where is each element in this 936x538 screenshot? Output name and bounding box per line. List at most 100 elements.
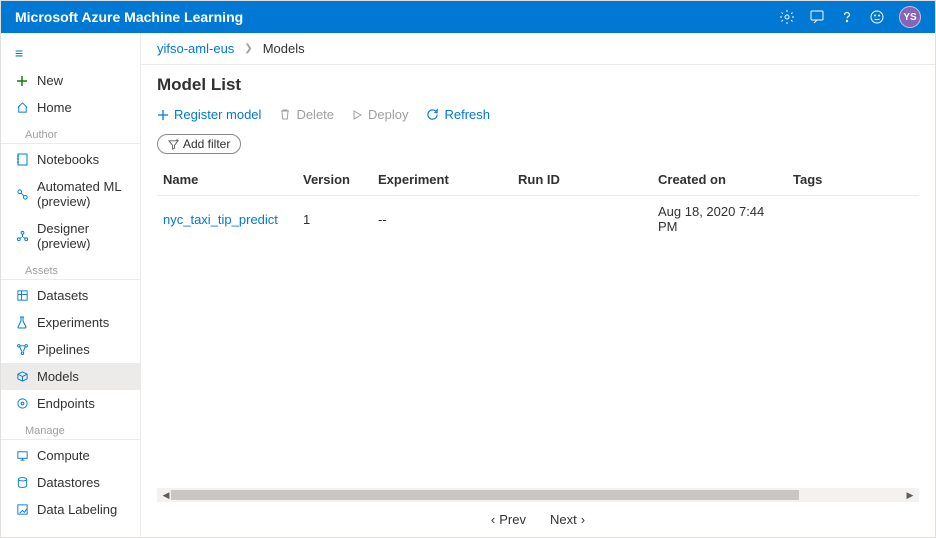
sidebar: ≡ New Home Author Notebooks Automated ML… [1,33,141,537]
app-title: Microsoft Azure Machine Learning [15,9,243,25]
labeling-icon [15,503,29,517]
main-content: yifso-aml-eus ❯ Models Model List Regist… [141,33,935,537]
add-filter-label: Add filter [183,137,230,151]
sidebar-item-models[interactable]: Models [1,363,140,390]
sidebar-item-automl[interactable]: Automated ML (preview) [1,173,140,215]
settings-icon[interactable] [779,9,795,25]
deploy-button[interactable]: Deploy [352,107,408,122]
notebook-icon [15,153,29,167]
sidebar-label-models: Models [37,369,79,384]
datasets-icon [15,289,29,303]
sidebar-item-datasets[interactable]: Datasets [1,282,140,309]
register-label: Register model [174,107,261,122]
sidebar-label-datastores: Datastores [37,475,100,490]
sidebar-label-new: New [37,73,63,88]
deploy-icon [352,109,363,121]
filter-icon [168,139,179,150]
feedback-icon[interactable] [809,9,825,25]
sidebar-collapse-icon[interactable]: ≡ [1,39,140,67]
scrollbar-thumb[interactable] [171,490,799,500]
top-header: Microsoft Azure Machine Learning YS [1,1,935,33]
sidebar-item-new[interactable]: New [1,67,140,94]
add-filter-button[interactable]: Add filter [157,134,241,154]
breadcrumb-current: Models [263,41,305,56]
sidebar-label-notebooks: Notebooks [37,152,99,167]
trash-icon [279,108,291,121]
refresh-label: Refresh [444,107,490,122]
chevron-right-icon: › [581,512,585,527]
endpoints-icon [15,397,29,411]
delete-button[interactable]: Delete [279,107,334,122]
cell-experiment: -- [372,196,512,243]
col-created[interactable]: Created on [652,164,787,196]
next-label: Next [550,512,577,527]
home-icon [15,101,29,115]
cell-runid [512,196,652,243]
sidebar-item-datastores[interactable]: Datastores [1,469,140,496]
chevron-right-icon: ❯ [244,43,252,54]
model-name-link[interactable]: nyc_taxi_tip_predict [163,212,278,227]
sidebar-item-pipelines[interactable]: Pipelines [1,336,140,363]
sidebar-item-labeling[interactable]: Data Labeling [1,496,140,523]
sidebar-label-endpoints: Endpoints [37,396,95,411]
models-icon [15,370,29,384]
breadcrumb: yifso-aml-eus ❯ Models [141,33,935,65]
sidebar-item-designer[interactable]: Designer (preview) [1,215,140,257]
models-table-wrap: Name Version Experiment Run ID Created o… [141,164,935,488]
help-icon[interactable] [839,9,855,25]
col-name[interactable]: Name [157,164,297,196]
col-tags[interactable]: Tags [787,164,919,196]
sidebar-item-experiments[interactable]: Experiments [1,309,140,336]
models-table: Name Version Experiment Run ID Created o… [157,164,919,242]
plus-icon [15,74,29,88]
cell-created: Aug 18, 2020 7:44 PM [652,196,787,243]
refresh-icon [426,108,439,121]
plus-icon [157,109,169,121]
breadcrumb-workspace[interactable]: yifso-aml-eus [157,41,234,56]
col-experiment[interactable]: Experiment [372,164,512,196]
filter-bar: Add filter [141,130,935,164]
deploy-label: Deploy [368,107,408,122]
datastores-icon [15,476,29,490]
page-title: Model List [141,65,935,99]
cell-version: 1 [297,196,372,243]
sidebar-label-labeling: Data Labeling [37,502,117,517]
col-runid[interactable]: Run ID [512,164,652,196]
user-avatar[interactable]: YS [899,6,921,28]
sidebar-item-compute[interactable]: Compute [1,442,140,469]
prev-button[interactable]: ‹ Prev [491,512,526,527]
cell-tags [787,196,919,243]
sidebar-item-notebooks[interactable]: Notebooks [1,146,140,173]
sidebar-section-assets: Assets [1,257,140,280]
pipelines-icon [15,343,29,357]
sidebar-section-manage: Manage [1,417,140,440]
designer-icon [15,229,29,243]
experiments-icon [15,316,29,330]
sidebar-label-compute: Compute [37,448,90,463]
sidebar-label-pipelines: Pipelines [37,342,90,357]
sidebar-item-endpoints[interactable]: Endpoints [1,390,140,417]
header-actions: YS [779,6,921,28]
sidebar-label-designer: Designer (preview) [37,221,126,251]
next-button[interactable]: Next › [550,512,585,527]
prev-label: Prev [499,512,526,527]
sidebar-label-automl: Automated ML (preview) [37,179,126,209]
sidebar-label-datasets: Datasets [37,288,88,303]
pager: ‹ Prev Next › [141,502,935,537]
chevron-left-icon: ‹ [491,512,495,527]
horizontal-scrollbar[interactable]: ◀ ▶ [157,488,919,502]
table-row[interactable]: nyc_taxi_tip_predict 1 -- Aug 18, 2020 7… [157,196,919,243]
scroll-right-icon[interactable]: ▶ [903,490,917,501]
smiley-icon[interactable] [869,9,885,25]
delete-label: Delete [296,107,334,122]
sidebar-label-experiments: Experiments [37,315,109,330]
toolbar: Register model Delete Deploy Refresh [141,99,935,130]
register-model-button[interactable]: Register model [157,107,261,122]
col-version[interactable]: Version [297,164,372,196]
sidebar-section-author: Author [1,121,140,144]
sidebar-label-home: Home [37,100,72,115]
refresh-button[interactable]: Refresh [426,107,490,122]
automl-icon [15,187,29,201]
compute-icon [15,449,29,463]
sidebar-item-home[interactable]: Home [1,94,140,121]
